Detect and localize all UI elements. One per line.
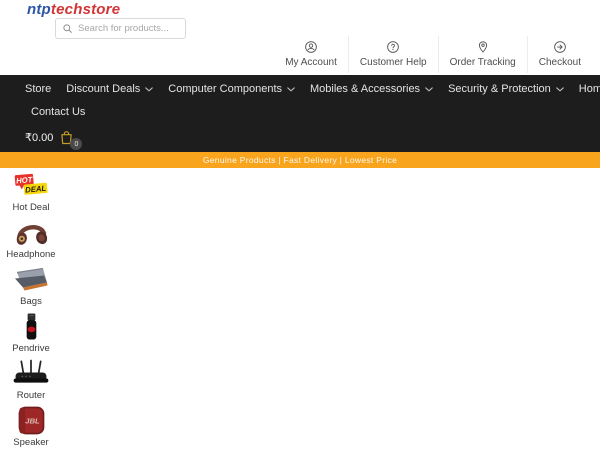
category-label: Router — [16, 390, 46, 401]
category-sidebar: Hot Deal Headphone Bags Pendrive Router … — [0, 168, 62, 450]
speaker-icon — [11, 406, 51, 435]
nav-item-computer-components[interactable]: Computer Components — [168, 83, 295, 95]
account-item-my-account[interactable]: My Account — [274, 36, 348, 73]
promo-banner: Genuine Products | Fast Delivery | Lowes… — [0, 152, 600, 168]
page-content: Hot Deal Headphone Bags Pendrive Router … — [0, 168, 600, 450]
category-item-router[interactable]: Router — [11, 359, 51, 401]
site-header: ntptechstore My Account Customer Help Or… — [0, 0, 600, 75]
account-item-label: My Account — [285, 57, 337, 68]
bag-icon — [11, 265, 51, 294]
category-item-headphone[interactable]: Headphone — [6, 218, 56, 260]
nav-item-label: Contact Us — [31, 106, 86, 118]
category-item-speaker[interactable]: Speaker — [11, 406, 51, 448]
cart-count-badge: 0 — [70, 138, 83, 150]
search-input[interactable] — [78, 23, 179, 34]
category-item-pendrive[interactable]: Pendrive — [11, 312, 51, 354]
user-circle-icon — [304, 40, 318, 54]
account-item-order-tracking[interactable]: Order Tracking — [437, 36, 527, 73]
category-item-bags[interactable]: Bags — [11, 265, 51, 307]
chevron-down-icon — [556, 87, 564, 92]
category-item-hot-deal[interactable]: Hot Deal — [11, 171, 51, 213]
mini-cart[interactable]: ₹0.00 0 — [25, 129, 83, 150]
account-menu: My Account Customer Help Order Tracking … — [274, 36, 592, 73]
router-icon — [11, 359, 51, 388]
nav-item-contact-us[interactable]: Contact Us — [31, 106, 85, 118]
pendrive-icon — [11, 312, 51, 341]
account-item-label: Checkout — [538, 57, 581, 68]
main-navigation: Store Discount Deals Computer Components… — [0, 75, 600, 152]
nav-item-store[interactable]: Store — [25, 83, 51, 95]
logo-part-1: ntp — [27, 1, 51, 18]
chevron-down-icon — [287, 87, 295, 92]
logo-part-2: techstore — [50, 1, 121, 18]
nav-item-label: Store — [25, 83, 52, 95]
account-item-label: Customer Help — [359, 57, 427, 68]
nav-item-label: Security & Protection — [448, 83, 551, 95]
search-icon — [62, 23, 73, 34]
cart-bag-wrap: 0 — [58, 129, 83, 150]
category-label: Headphone — [6, 249, 56, 260]
category-label: Pendrive — [12, 343, 50, 354]
headphone-icon — [11, 218, 51, 247]
category-label: Bags — [20, 296, 42, 307]
location-pin-icon — [476, 40, 490, 54]
nav-item-label: Discount Deals — [66, 83, 141, 95]
account-item-customer-help[interactable]: Customer Help — [347, 36, 438, 73]
nav-item-discount-deals[interactable]: Discount Deals — [66, 83, 153, 95]
account-item-checkout[interactable]: Checkout — [526, 36, 592, 73]
nav-item-label: Computer Components — [168, 83, 283, 95]
primary-menu: Store Discount Deals Computer Components… — [0, 75, 600, 95]
secondary-menu: Contact Us — [0, 95, 600, 118]
nav-item-security-protection[interactable]: Security & Protection — [448, 83, 564, 95]
promo-banner-text: Genuine Products | Fast Delivery | Lowes… — [202, 155, 398, 165]
category-label: Speaker — [13, 437, 49, 448]
chevron-down-icon — [425, 87, 433, 92]
nav-item-home-appliances[interactable]: Home Appliances — [579, 83, 600, 95]
arrow-circle-icon — [553, 40, 567, 54]
chevron-down-icon — [145, 87, 153, 92]
nav-item-mobiles-accessories[interactable]: Mobiles & Accessories — [310, 83, 433, 95]
category-label: Hot Deal — [12, 202, 50, 213]
search-box[interactable] — [55, 18, 186, 39]
help-circle-icon — [386, 40, 400, 54]
cart-total: ₹0.00 — [25, 132, 54, 144]
account-item-label: Order Tracking — [449, 57, 516, 68]
store-logo[interactable]: ntptechstore — [27, 1, 120, 18]
nav-item-label: Home Appliances — [578, 83, 600, 95]
hot-deal-icon — [11, 171, 51, 200]
nav-item-label: Mobiles & Accessories — [310, 83, 421, 95]
